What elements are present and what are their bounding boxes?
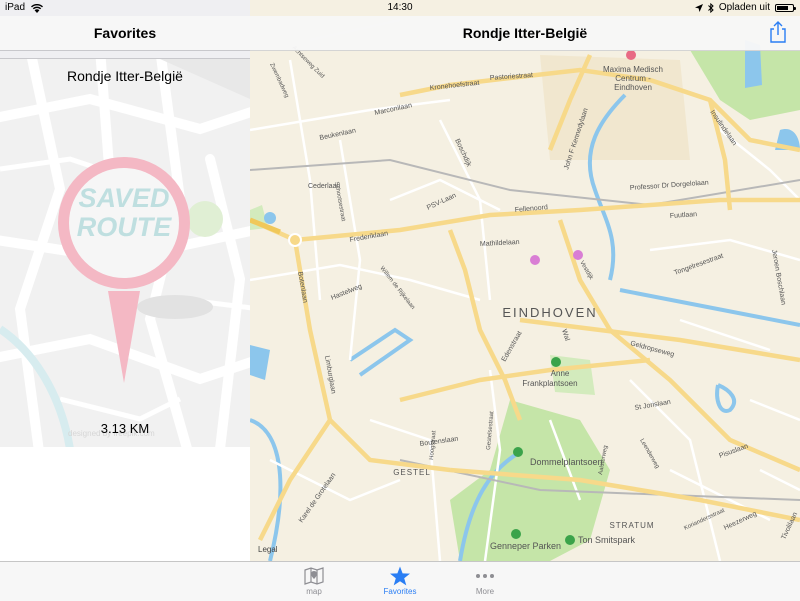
- tab-favorites[interactable]: Favorites: [370, 562, 430, 601]
- map-navigation-bar: Rondje Itter-België: [250, 16, 800, 51]
- sidebar-empty-area: [0, 447, 250, 561]
- poi-label: Centrum -: [615, 74, 651, 83]
- favorite-route-card[interactable]: SAVED ROUTE Rondje Itter-België designed…: [0, 58, 250, 448]
- route-name: Rondje Itter-België: [67, 68, 183, 84]
- share-button[interactable]: [768, 20, 788, 44]
- map-canvas[interactable]: EINDHOVEN GESTEL STRATUM Maxima Medisch …: [250, 0, 800, 561]
- district-label: GESTEL: [393, 468, 431, 477]
- map-view[interactable]: EINDHOVEN GESTEL STRATUM Maxima Medisch …: [250, 0, 800, 561]
- map-title: Rondje Itter-België: [462, 25, 588, 41]
- more-icon: [476, 574, 494, 578]
- status-right: Opladen uit: [694, 0, 796, 16]
- battery-level: [777, 6, 789, 10]
- park-marker-icon: [565, 535, 575, 545]
- battery-icon: [775, 4, 796, 12]
- poi-label: Dommelplantsoen: [530, 457, 603, 467]
- star-icon: [390, 566, 410, 585]
- map-icon: [304, 567, 324, 585]
- favorites-sidebar: Favorites SAVED ROUTE Rondje Itter-Belgi…: [0, 0, 251, 561]
- district-label: STRATUM: [609, 521, 654, 530]
- poi-label: Genneper Parken: [490, 541, 561, 551]
- tab-bar: map Favorites More: [0, 561, 800, 601]
- location-arrow-icon: [694, 4, 703, 12]
- poi-label: Frankplantsoen: [522, 379, 577, 388]
- route-thumbnail-image: SAVED ROUTE: [0, 59, 250, 447]
- poi-label: Anne: [551, 369, 570, 378]
- thumbnail-text-route: ROUTE: [77, 212, 172, 242]
- tab-map[interactable]: map: [284, 562, 344, 601]
- poi-label: Ton Smitspark: [578, 535, 636, 545]
- bluetooth-icon: [707, 3, 714, 13]
- status-bar: iPad 14:30 Opladen uit: [0, 0, 800, 16]
- poi-label: Maxima Medisch: [603, 65, 663, 74]
- park-marker-icon: [513, 447, 523, 457]
- route-distance: 3.13 KM: [100, 421, 150, 436]
- thumbnail-text-saved: SAVED: [78, 183, 169, 213]
- tab-label: map: [306, 587, 322, 596]
- share-icon: [770, 21, 786, 43]
- tab-label: Favorites: [383, 587, 417, 596]
- park-marker-icon: [511, 529, 521, 539]
- status-time: 14:30: [387, 2, 413, 13]
- battery-text: Opladen uit: [718, 2, 770, 13]
- poi-label: Eindhoven: [614, 83, 652, 92]
- shopping-marker-icon: [573, 250, 583, 260]
- shopping-marker-icon: [530, 255, 540, 265]
- legal-link[interactable]: Legal: [258, 545, 278, 554]
- hospital-marker-icon: [626, 50, 636, 60]
- tab-more[interactable]: More: [455, 562, 515, 601]
- city-label: EINDHOVEN: [502, 305, 597, 320]
- sidebar-title: Favorites: [0, 16, 250, 51]
- park-marker-icon: [551, 357, 561, 367]
- tab-label: More: [475, 587, 495, 596]
